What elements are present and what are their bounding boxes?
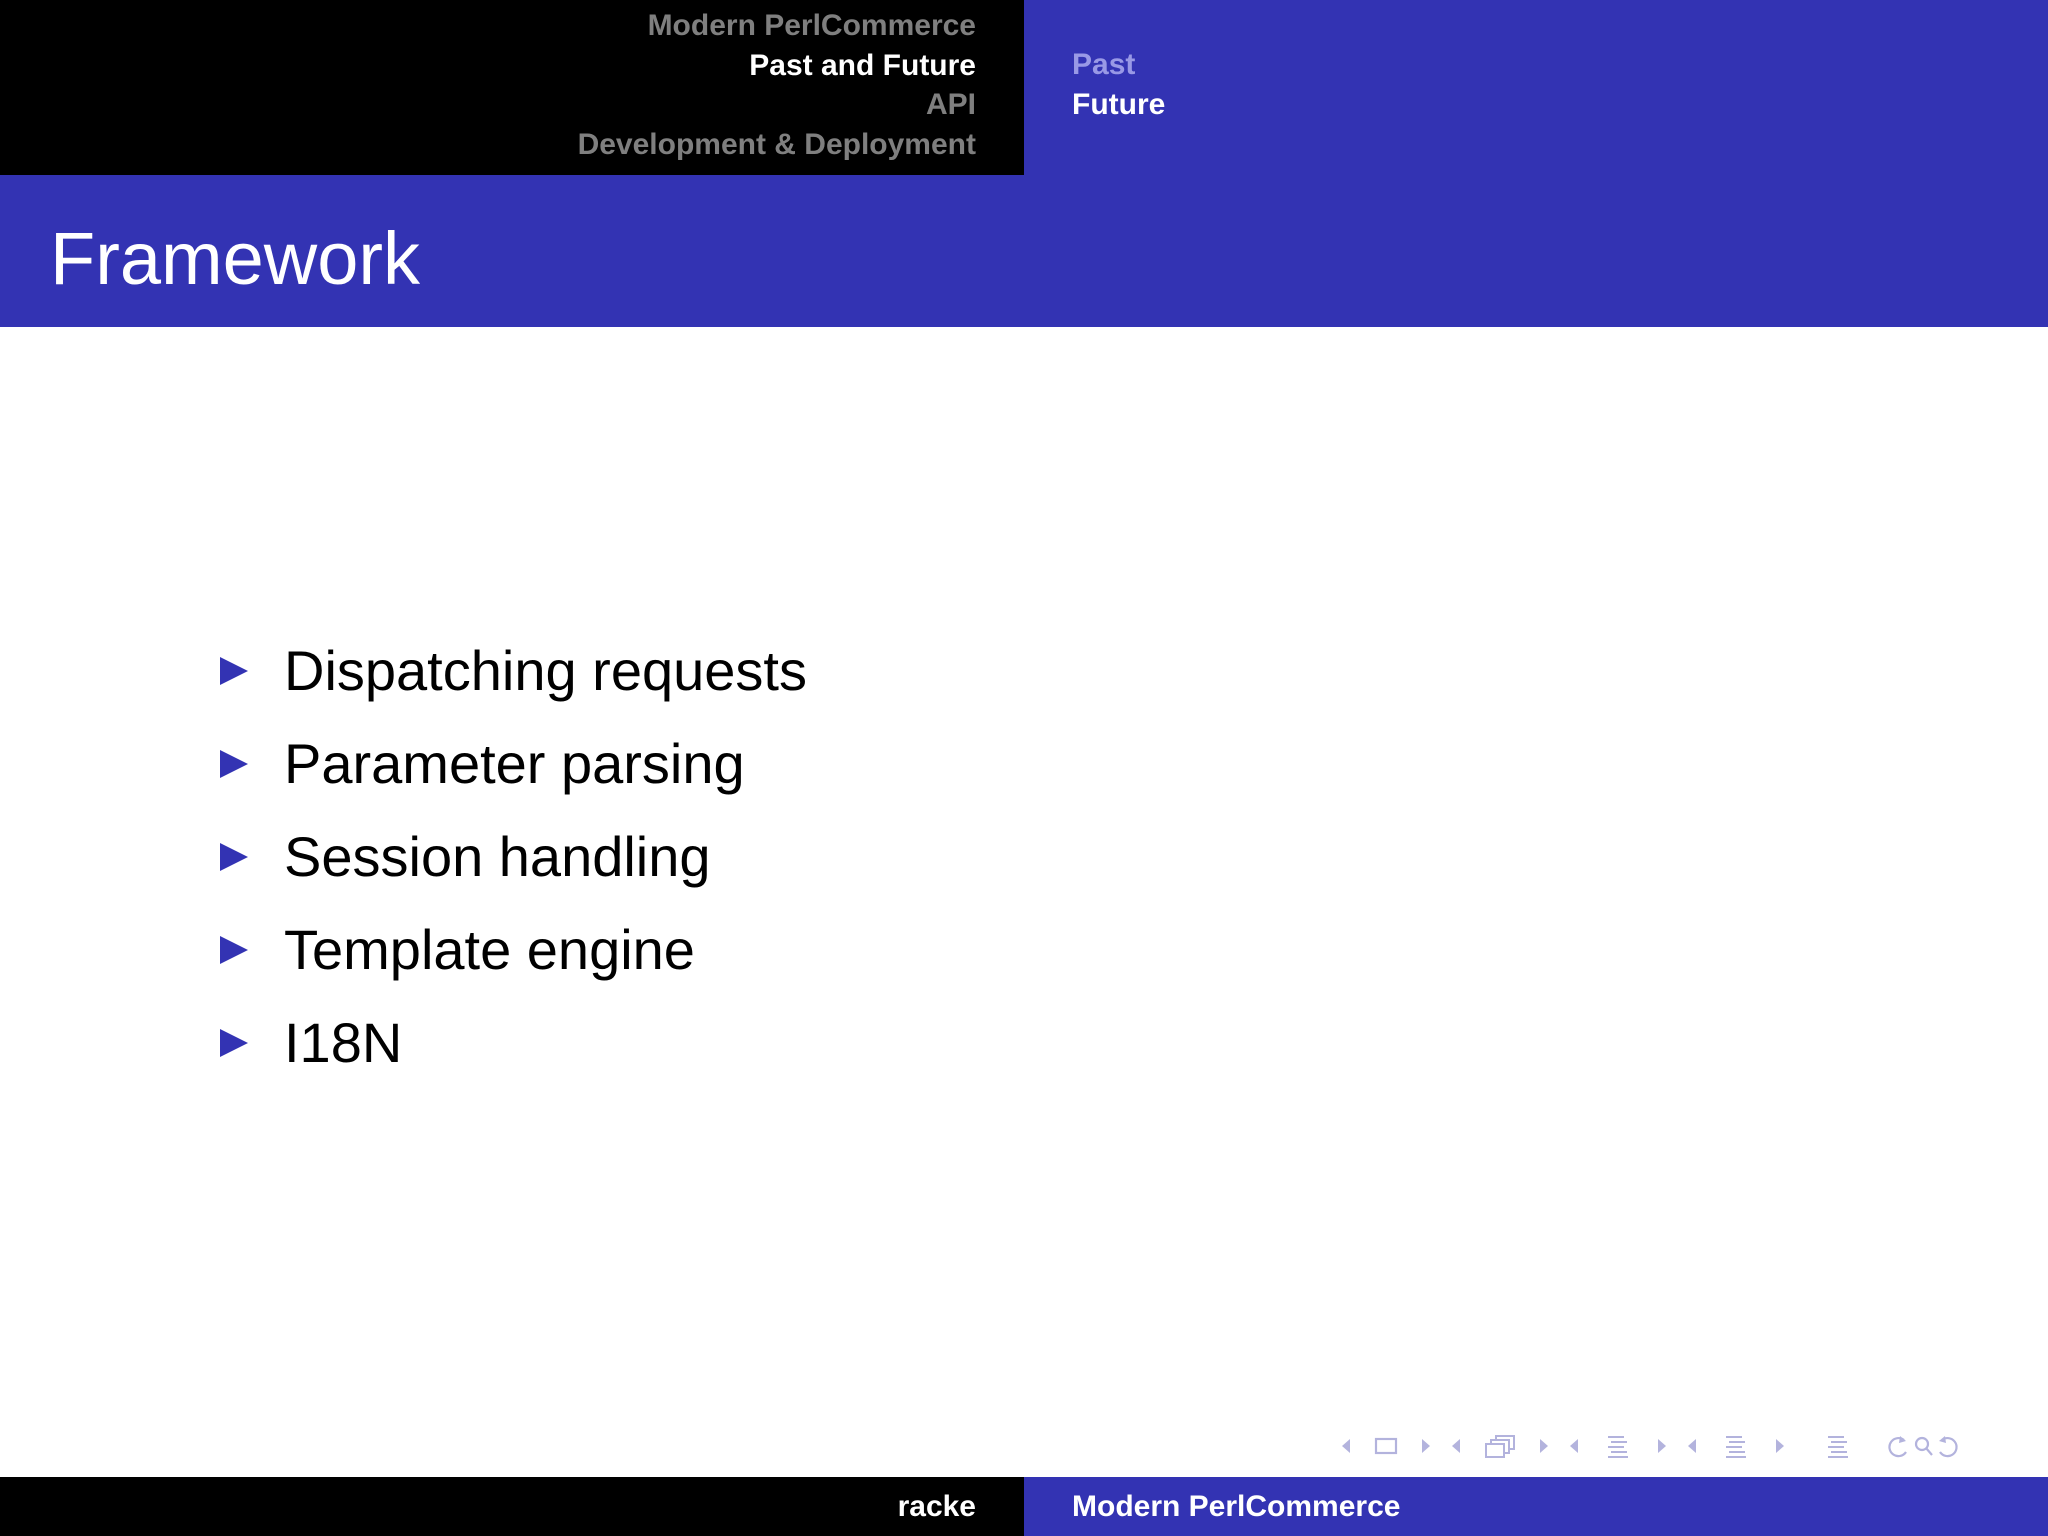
section-development-deployment[interactable]: Development & Deployment (578, 125, 976, 165)
frame-title-bar: Framework (0, 175, 2048, 327)
back-search-forward-icon[interactable] (1878, 1428, 1962, 1464)
subsection-past[interactable]: Past (1072, 45, 1165, 85)
section-list: Modern PerlCommerce Past and Future API … (578, 6, 976, 164)
bullet-item: Template engine (220, 903, 807, 996)
section-api[interactable]: API (578, 85, 976, 125)
triangle-bullet-icon (220, 717, 284, 810)
triangle-bullet-icon (220, 810, 284, 903)
footer-author-panel: racke (0, 1477, 1024, 1536)
bullet-text: Session handling (284, 825, 711, 888)
header: Modern PerlCommerce Past and Future API … (0, 0, 2048, 175)
bullet-item: I18N (220, 996, 807, 1089)
subsection-future[interactable]: Future (1072, 85, 1165, 125)
section-navigation-icon[interactable] (1680, 1428, 1798, 1464)
slide: Modern PerlCommerce Past and Future API … (0, 0, 2048, 1536)
subsection-list: Past Future (1072, 45, 1165, 124)
triangle-bullet-icon (220, 624, 284, 717)
bullet-item: Parameter parsing (220, 717, 807, 810)
triangle-bullet-icon (220, 903, 284, 996)
section-past-and-future[interactable]: Past and Future (578, 46, 976, 86)
frame-title: Framework (50, 217, 421, 300)
section-modern-perlcommerce[interactable]: Modern PerlCommerce (578, 6, 976, 46)
footer-title-panel: Modern PerlCommerce (1024, 1477, 2048, 1536)
triangle-bullet-icon (220, 996, 284, 1089)
footer-title: Modern PerlCommerce (1072, 1490, 1401, 1523)
footer-author: racke (897, 1490, 976, 1523)
header-sections-panel: Modern PerlCommerce Past and Future API … (0, 0, 1024, 175)
footer: racke Modern PerlCommerce (0, 1477, 2048, 1536)
bullet-item: Session handling (220, 810, 807, 903)
frame-navigation-icon[interactable] (1444, 1428, 1562, 1464)
subsection-navigation-icon[interactable] (1562, 1428, 1680, 1464)
bullet-text: Parameter parsing (284, 732, 745, 795)
bullet-item: Dispatching requests (220, 624, 807, 717)
bullet-text: I18N (284, 1011, 403, 1074)
navigation-symbols (1336, 1428, 1962, 1464)
bullet-text: Dispatching requests (284, 639, 807, 702)
presentation-navigation-icon[interactable] (1798, 1428, 1878, 1464)
bullet-text: Template engine (284, 918, 695, 981)
header-subsections-panel: Past Future (1024, 0, 2048, 175)
slide-navigation-icon[interactable] (1336, 1428, 1444, 1464)
bullet-list: Dispatching requests Parameter parsing S… (220, 624, 807, 1089)
